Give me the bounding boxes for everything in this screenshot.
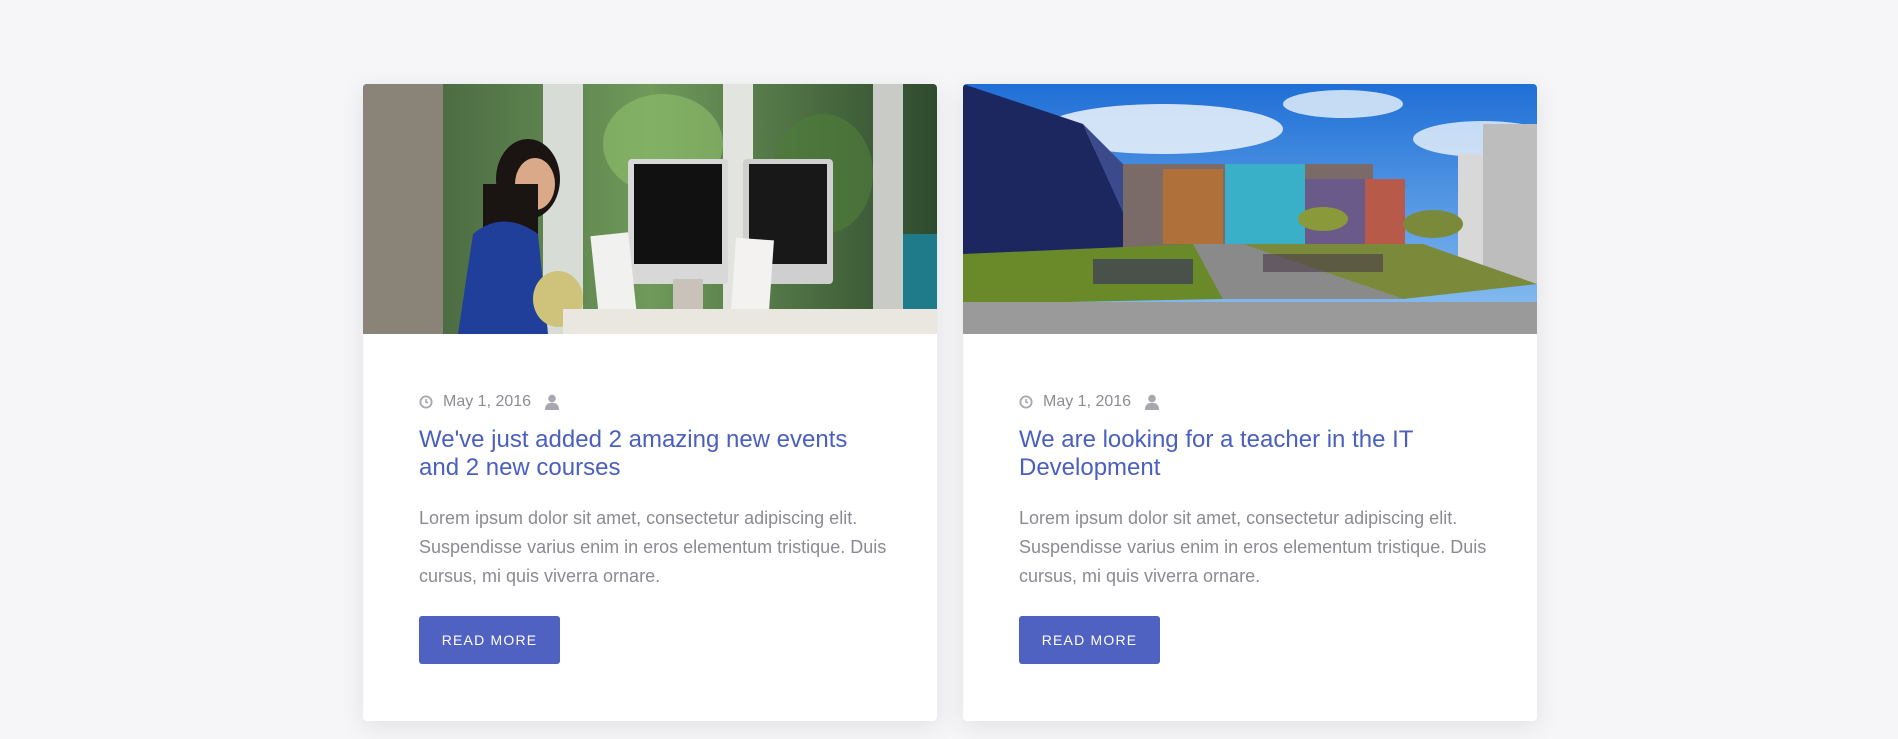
post-title[interactable]: We are looking for a teacher in the IT D… — [1019, 426, 1481, 482]
student-at-computer-photo[interactable] — [363, 84, 937, 334]
read-more-button[interactable]: READ MORE — [419, 616, 560, 664]
post-date: May 1, 2016 — [1043, 393, 1132, 410]
blog-card: May 1, 2016 We've just added 2 amazing n… — [363, 84, 937, 721]
post-date: May 1, 2016 — [443, 393, 532, 410]
card-body: May 1, 2016 We've just added 2 amazing n… — [363, 334, 937, 591]
clock-icon — [419, 395, 433, 409]
blog-cards: May 1, 2016 We've just added 2 amazing n… — [363, 84, 1537, 721]
post-excerpt: Lorem ipsum dolor sit amet, consectetur … — [419, 508, 887, 586]
clock-icon — [1019, 395, 1033, 409]
post-meta: May 1, 2016 — [1019, 392, 1481, 412]
post-meta: May 1, 2016 — [419, 392, 881, 412]
user-icon[interactable] — [545, 394, 560, 410]
blog-card: May 1, 2016 We are looking for a teacher… — [963, 84, 1537, 721]
post-excerpt: Lorem ipsum dolor sit amet, consectetur … — [1019, 508, 1487, 586]
campus-building-photo[interactable] — [963, 84, 1537, 334]
read-more-button[interactable]: READ MORE — [1019, 616, 1160, 664]
post-title[interactable]: We've just added 2 amazing new events an… — [419, 426, 881, 482]
card-body: May 1, 2016 We are looking for a teacher… — [963, 334, 1537, 591]
user-icon[interactable] — [1145, 394, 1160, 410]
